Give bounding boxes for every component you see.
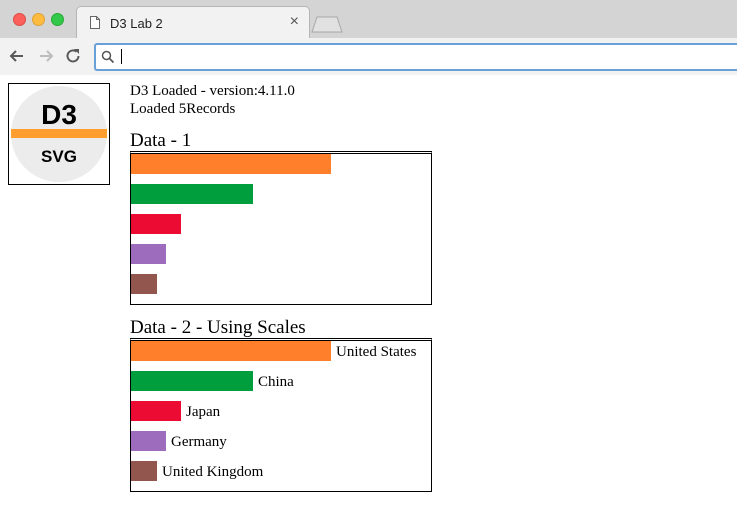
bar-chart-data-1 bbox=[130, 151, 432, 305]
section-title-data-1: Data - 1 bbox=[130, 130, 192, 151]
tab-title: D3 Lab 2 bbox=[110, 16, 163, 31]
bar-label-united-kingdom: United Kingdom bbox=[162, 464, 264, 480]
browser-toolbar bbox=[0, 38, 737, 76]
browser-window-chrome: D3 Lab 2 × bbox=[0, 0, 737, 76]
tab-strip: D3 Lab 2 × bbox=[0, 0, 737, 39]
d3-version-status: D3 Loaded - version:4.11.0 bbox=[130, 83, 295, 99]
chart-2-svg: United States China Japan Germany United Kin… bbox=[131, 341, 417, 481]
bar-united-states bbox=[131, 341, 331, 361]
logo-top-text: D3 bbox=[41, 99, 77, 130]
close-window-button[interactable] bbox=[13, 13, 26, 26]
bar-china bbox=[131, 184, 253, 204]
section-title-data-2: Data - 2 - Using Scales bbox=[130, 317, 306, 338]
bar-label-united-states: United States bbox=[336, 344, 417, 360]
document-icon bbox=[90, 16, 100, 29]
chart-1-svg bbox=[131, 154, 331, 294]
new-tab-button[interactable] bbox=[311, 16, 343, 33]
d3-svg-logo: D3 SVG bbox=[8, 83, 110, 185]
bar-germany bbox=[131, 431, 166, 451]
bar-united-kingdom bbox=[131, 461, 157, 481]
bar-label-germany: Germany bbox=[171, 434, 227, 450]
bar-china bbox=[131, 371, 253, 391]
text-caret bbox=[121, 49, 122, 64]
bar-germany bbox=[131, 244, 166, 264]
bar-label-china: China bbox=[258, 374, 294, 390]
forward-arrow-icon[interactable] bbox=[36, 46, 56, 66]
bar-united-kingdom bbox=[131, 274, 157, 294]
logo-bottom-text: SVG bbox=[41, 147, 77, 166]
address-input[interactable] bbox=[120, 47, 720, 67]
logo-band bbox=[11, 129, 107, 138]
tab-close-button[interactable]: × bbox=[290, 13, 299, 31]
page-content: D3 SVG D3 Loaded - version:4.11.0 Loaded… bbox=[0, 75, 737, 523]
search-icon bbox=[101, 50, 115, 64]
bar-chart-data-2-scales: United States China Japan Germany United Kin… bbox=[130, 338, 432, 492]
bar-japan bbox=[131, 401, 181, 421]
records-loaded-status: Loaded 5Records bbox=[130, 101, 236, 117]
maximize-window-button[interactable] bbox=[51, 13, 64, 26]
back-arrow-icon[interactable] bbox=[7, 46, 27, 66]
bar-label-japan: Japan bbox=[186, 404, 221, 420]
tab-d3-lab-2[interactable]: D3 Lab 2 × bbox=[76, 6, 310, 39]
bar-japan bbox=[131, 214, 181, 234]
minimize-window-button[interactable] bbox=[32, 13, 45, 26]
address-bar[interactable] bbox=[94, 43, 737, 71]
bar-united-states bbox=[131, 154, 331, 174]
reload-icon[interactable] bbox=[63, 46, 83, 66]
